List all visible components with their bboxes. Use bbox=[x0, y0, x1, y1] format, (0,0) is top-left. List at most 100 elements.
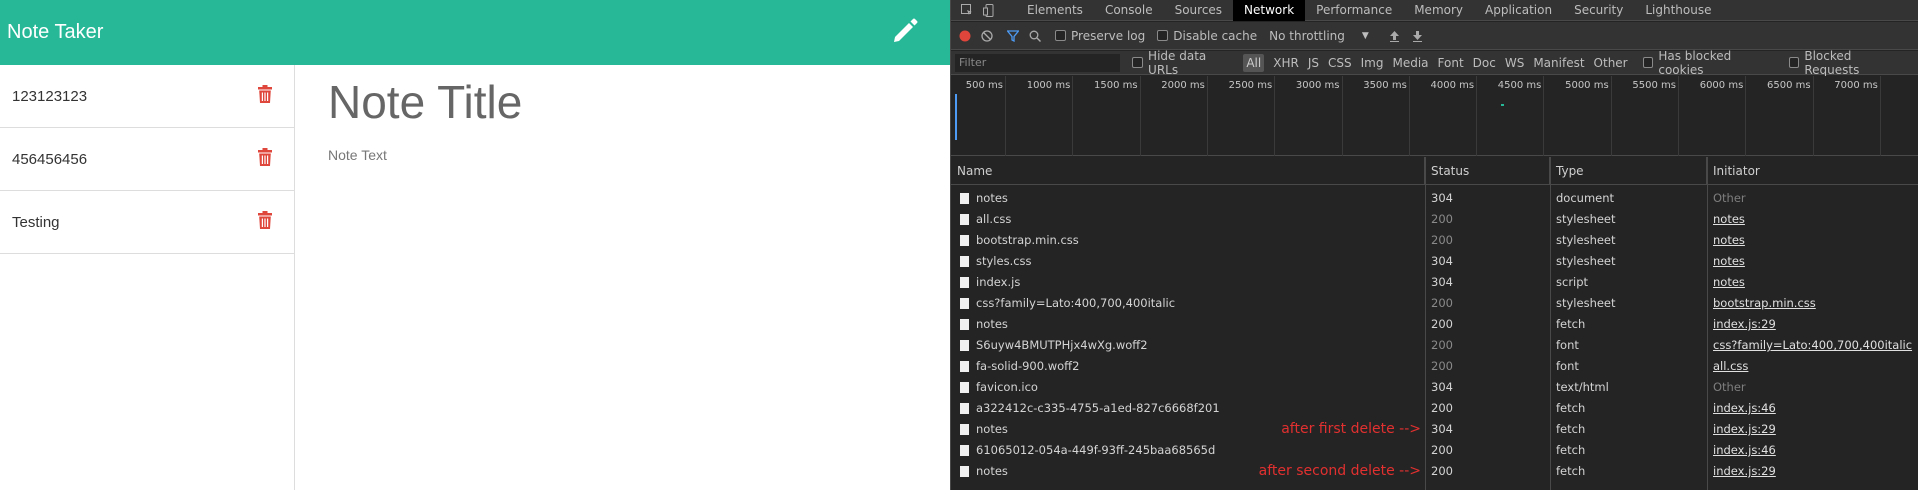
network-overview-timeline[interactable]: 500 ms 1000 ms 1500 ms 2000 ms 2500 ms 3000 m… bbox=[951, 76, 1918, 156]
request-name[interactable]: 61065012-054a-449f-93ff-245baa68565d bbox=[951, 440, 1425, 461]
device-toolbar-icon[interactable] bbox=[983, 3, 995, 17]
table-row[interactable]: bootstrap.min.css 200 stylesheet notes bbox=[951, 230, 1918, 251]
table-row[interactable]: css?family=Lato:400,700,400italic 200 styl… bbox=[951, 293, 1918, 314]
export-har-icon[interactable] bbox=[1412, 30, 1423, 42]
disable-cache-box[interactable] bbox=[1157, 30, 1169, 41]
note-list-item[interactable]: Testing bbox=[0, 191, 294, 254]
blocked-requests-checkbox[interactable]: Blocked Requests bbox=[1788, 49, 1907, 77]
request-initiator[interactable]: bootstrap.min.css bbox=[1707, 293, 1918, 314]
request-initiator[interactable]: notes bbox=[1707, 230, 1918, 251]
request-name[interactable]: bootstrap.min.css bbox=[951, 230, 1425, 251]
inspect-element-icon[interactable] bbox=[961, 4, 973, 16]
tab-network[interactable]: Network bbox=[1233, 0, 1306, 21]
clear-icon[interactable] bbox=[981, 29, 993, 42]
table-row[interactable]: all.css 200 stylesheet notes bbox=[951, 209, 1918, 230]
network-filter-bar: Filter Hide data URLs All XHR JS CSS Img Medi… bbox=[951, 49, 1918, 77]
filter-type-ws[interactable]: WS bbox=[1505, 56, 1524, 70]
tab-application[interactable]: Application bbox=[1474, 0, 1563, 21]
timeline-tick-label: 3500 ms bbox=[1363, 80, 1407, 91]
pencil-icon[interactable] bbox=[891, 15, 919, 45]
filter-type-other[interactable]: Other bbox=[1594, 56, 1628, 70]
request-initiator[interactable]: index.js:46 bbox=[1707, 440, 1918, 461]
table-row[interactable]: S6uyw4BMUTPHjx4wXg.woff2 200 font css?famil… bbox=[951, 335, 1918, 356]
tab-lighthouse[interactable]: Lighthouse bbox=[1634, 0, 1722, 21]
request-name[interactable]: notes bbox=[951, 188, 1425, 209]
request-initiator[interactable]: index.js:29 bbox=[1707, 314, 1918, 335]
hide-data-urls-box[interactable] bbox=[1132, 57, 1144, 68]
tab-console[interactable]: Console bbox=[1094, 0, 1164, 21]
table-row[interactable]: 61065012-054a-449f-93ff-245baa68565d 200 f… bbox=[951, 440, 1918, 461]
timeline-tick-label: 1000 ms bbox=[1026, 80, 1071, 91]
has-blocked-cookies-checkbox[interactable]: Has blocked cookies bbox=[1642, 49, 1777, 77]
filter-type-font[interactable]: Font bbox=[1438, 56, 1464, 70]
preserve-log-checkbox[interactable]: Preserve log bbox=[1055, 29, 1145, 43]
request-name[interactable]: notes bbox=[951, 314, 1425, 335]
filter-type-doc[interactable]: Doc bbox=[1473, 56, 1496, 70]
column-name[interactable]: Name bbox=[951, 157, 1425, 185]
filter-type-img[interactable]: Img bbox=[1361, 56, 1384, 70]
tab-sources[interactable]: Sources bbox=[1164, 0, 1233, 21]
filter-type-xhr[interactable]: XHR bbox=[1273, 56, 1299, 70]
tab-security[interactable]: Security bbox=[1563, 0, 1634, 21]
table-row[interactable]: notes 200 fetch index.js:29 bbox=[951, 314, 1918, 335]
note-list-item[interactable]: 456456456 bbox=[0, 128, 294, 191]
filter-type-all[interactable]: All bbox=[1243, 53, 1265, 72]
preserve-log-box[interactable] bbox=[1055, 30, 1066, 41]
tab-memory[interactable]: Memory bbox=[1403, 0, 1474, 21]
note-list-item[interactable]: 123123123 bbox=[0, 65, 294, 128]
filter-type-manifest[interactable]: Manifest bbox=[1533, 56, 1584, 70]
trash-icon[interactable] bbox=[258, 148, 272, 166]
navbar: Note Taker bbox=[0, 0, 950, 65]
table-row[interactable]: index.js 304 script notes bbox=[951, 272, 1918, 293]
request-name[interactable]: S6uyw4BMUTPHjx4wXg.woff2 bbox=[951, 335, 1425, 356]
app-brand[interactable]: Note Taker bbox=[7, 21, 103, 44]
column-type[interactable]: Type bbox=[1550, 157, 1707, 185]
request-name[interactable]: a322412c-c335-4755-a1ed-827c6668f201 bbox=[951, 398, 1425, 419]
hide-data-urls-checkbox[interactable]: Hide data URLs bbox=[1132, 49, 1237, 77]
request-name[interactable]: favicon.ico bbox=[951, 377, 1425, 398]
filter-type-css[interactable]: CSS bbox=[1328, 56, 1352, 70]
tab-performance[interactable]: Performance bbox=[1305, 0, 1403, 21]
request-initiator[interactable]: notes bbox=[1707, 272, 1918, 293]
trash-icon[interactable] bbox=[258, 211, 272, 229]
request-name[interactable]: fa-solid-900.woff2 bbox=[951, 356, 1425, 377]
request-initiator[interactable]: index.js:46 bbox=[1707, 398, 1918, 419]
request-initiator[interactable]: all.css bbox=[1707, 356, 1918, 377]
column-initiator[interactable]: Initiator bbox=[1707, 157, 1918, 185]
request-name[interactable]: all.css bbox=[951, 209, 1425, 230]
note-text-input[interactable]: Note Text bbox=[328, 147, 387, 163]
table-row[interactable]: a322412c-c335-4755-a1ed-827c6668f201 200 f… bbox=[951, 398, 1918, 419]
table-row[interactable]: favicon.ico 304 text/html Other bbox=[951, 377, 1918, 398]
import-har-icon[interactable] bbox=[1389, 30, 1400, 42]
filter-icon[interactable] bbox=[1007, 29, 1019, 42]
has-blocked-cookies-box[interactable] bbox=[1642, 57, 1654, 68]
search-icon[interactable] bbox=[1029, 30, 1041, 42]
throttling-select[interactable]: No throttling ▼ bbox=[1269, 29, 1369, 43]
filter-input[interactable]: Filter bbox=[955, 53, 1121, 72]
note-editor[interactable]: Note Title Note Text bbox=[296, 65, 950, 490]
record-icon[interactable] bbox=[959, 30, 971, 42]
table-row[interactable]: styles.css 304 stylesheet notes bbox=[951, 251, 1918, 272]
trash-icon[interactable] bbox=[258, 85, 272, 103]
filter-type-media[interactable]: Media bbox=[1392, 56, 1428, 70]
request-initiator[interactable]: index.js:29 bbox=[1707, 419, 1918, 440]
column-status[interactable]: Status bbox=[1425, 157, 1550, 185]
request-name[interactable]: styles.css bbox=[951, 251, 1425, 272]
blocked-requests-box[interactable] bbox=[1788, 57, 1800, 68]
table-row[interactable]: fa-solid-900.woff2 200 font all.css bbox=[951, 356, 1918, 377]
request-initiator[interactable]: notes bbox=[1707, 209, 1918, 230]
request-initiator[interactable]: index.js:29 bbox=[1707, 461, 1918, 482]
table-row[interactable]: notes after first delete --> 304 fetch index… bbox=[951, 419, 1918, 440]
request-name[interactable]: css?family=Lato:400,700,400italic bbox=[951, 293, 1425, 314]
request-initiator[interactable]: css?family=Lato:400,700,400italic bbox=[1707, 335, 1918, 356]
request-name[interactable]: index.js bbox=[951, 272, 1425, 293]
request-initiator[interactable]: notes bbox=[1707, 251, 1918, 272]
tab-elements[interactable]: Elements bbox=[1016, 0, 1094, 21]
disable-cache-checkbox[interactable]: Disable cache bbox=[1157, 29, 1257, 43]
table-row[interactable]: notes 304 document Other bbox=[951, 188, 1918, 209]
filter-type-js[interactable]: JS bbox=[1308, 56, 1319, 70]
request-status: 200 bbox=[1431, 443, 1453, 457]
devtools-tab-list: Elements Console Sources Network Performance… bbox=[1016, 0, 1723, 21]
note-title-input[interactable]: Note Title bbox=[328, 75, 522, 129]
table-row[interactable]: notes after second delete --> 200 fetch inde… bbox=[951, 461, 1918, 482]
